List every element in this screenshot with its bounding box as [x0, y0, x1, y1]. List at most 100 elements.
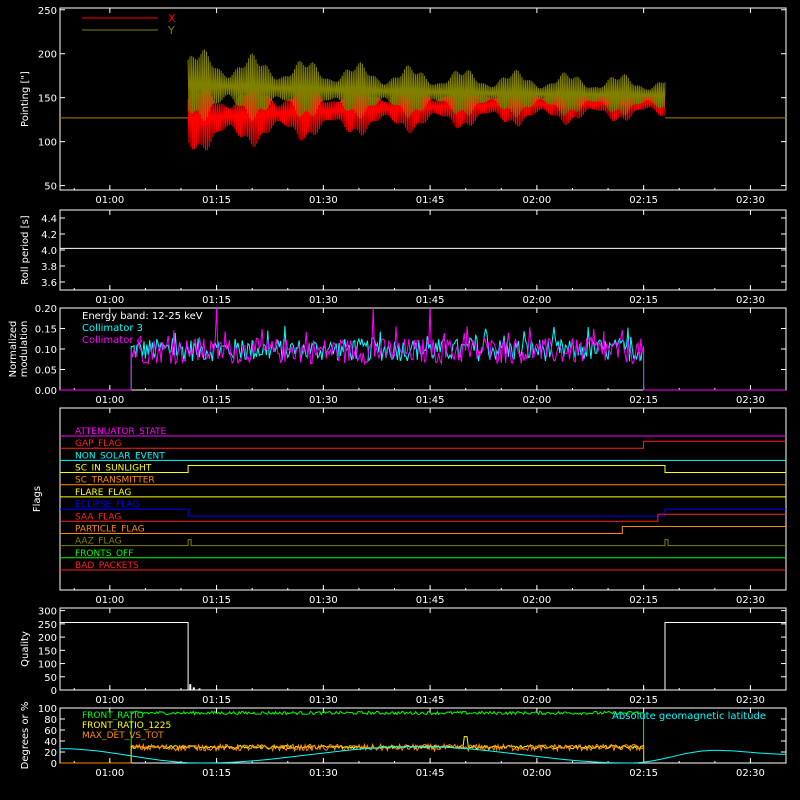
x-tick-label: 01:15 — [202, 195, 231, 206]
x-tick-label: 01:15 — [202, 595, 231, 606]
x-tick-label: 02:30 — [736, 768, 765, 779]
flag-label-non-solar-event: NON_SOLAR_EVENT — [75, 451, 165, 461]
y-tick-label: 0.20 — [35, 304, 57, 315]
flag-line-saa-flag — [60, 513, 786, 522]
y-axis-label-line1: Normalized — [8, 321, 19, 378]
y-tick-label: 0.05 — [35, 366, 57, 377]
energy-band-label: Energy band: 12-25 keV — [82, 311, 203, 322]
y-tick-label: 250 — [38, 6, 57, 17]
y-axis-label: Degrees or % — [20, 702, 31, 770]
x-tick-label: 02:30 — [736, 395, 765, 406]
x-tick-label: 01:45 — [416, 195, 445, 206]
x-tick-label: 02:15 — [629, 395, 658, 406]
x-tick-label: 02:30 — [736, 295, 765, 306]
flag-line-sc-in-sunlight — [60, 465, 786, 473]
plot-frame — [59, 209, 787, 291]
y-tick-label: 3.8 — [41, 262, 57, 273]
x-tick-label: 02:30 — [736, 195, 765, 206]
y-tick-label: 60 — [44, 726, 57, 737]
y-tick-label: 200 — [38, 50, 57, 61]
y-tick-label: 100 — [38, 138, 57, 149]
flag-line-eclipse-flag — [60, 508, 786, 517]
y-tick-label: 0.10 — [35, 345, 57, 356]
y-tick-label: 150 — [38, 646, 57, 657]
plot-frame — [59, 607, 787, 691]
quicklook-plot-stack: 01:00 01:15 01:30 01:45 02:00 02:15 02:30 50 100… — [8, 6, 787, 779]
y-tick-label: 4.4 — [41, 214, 57, 225]
y-tick-label: 3.6 — [41, 278, 57, 289]
y-tick-label: 0 — [51, 686, 57, 697]
y-axis-label-line2: modulation — [19, 321, 30, 378]
y-tick-label: 20 — [44, 748, 57, 759]
modulation-collimator-3-line — [60, 325, 786, 391]
y-tick-label: 0.15 — [35, 325, 57, 336]
x-tick-label: 01:30 — [309, 595, 338, 606]
flag-label-flare-flag: FLARE_FLAG — [75, 488, 131, 498]
legend-label-max-det-vs-tot: MAX_DET_VS_TOT — [82, 731, 164, 741]
x-tick-label: 02:15 — [629, 195, 658, 206]
y-tick-label: 0 — [51, 759, 57, 770]
x-tick-label: 01:00 — [95, 295, 124, 306]
y-tick-label: 100 — [38, 660, 57, 671]
y-tick-label: 40 — [44, 737, 57, 748]
flag-label-gap-flag: GAP_FLAG — [75, 439, 121, 449]
flag-label-attenuator-state: ATTENUATOR_STATE — [75, 427, 167, 437]
y-tick-label: 50 — [44, 182, 57, 193]
flag-label-eclipse-flag: ECLIPSE_FLAG — [75, 500, 139, 510]
flag-label-sc-in-sunlight: SC_IN_SUNLIGHT — [75, 464, 152, 474]
y-tick-label: 100 — [38, 704, 57, 715]
y-axis-label: Roll period [s] — [20, 215, 31, 284]
plot-frame — [59, 407, 787, 591]
x-tick-label: 01:45 — [416, 295, 445, 306]
x-tick-label: 02:00 — [522, 395, 551, 406]
x-tick-label: 02:15 — [629, 295, 658, 306]
y-tick-label: 150 — [38, 94, 57, 105]
x-tick-label: 01:30 — [309, 395, 338, 406]
x-tick-label: 02:15 — [629, 768, 658, 779]
legend-label-absolute-geomagnetic-latitude: Absolute geomagnetic latitude — [612, 711, 766, 722]
x-tick-label: 02:00 — [522, 695, 551, 706]
legend-label-front-ratio: FRONT_RATIO — [82, 711, 144, 721]
y-tick-label: 250 — [38, 620, 57, 631]
quality-line — [60, 622, 786, 691]
y-axis-label: Quality — [20, 631, 31, 667]
y-tick-label: 200 — [38, 633, 57, 644]
x-tick-label: 01:00 — [95, 195, 124, 206]
quicklook-figure: 01:00 01:15 01:30 01:45 02:00 02:15 02:30 50 100… — [0, 0, 800, 800]
legend-label-collimator-4: Collimator 4 — [82, 335, 143, 346]
x-tick-label: 02:15 — [629, 595, 658, 606]
x-tick-label: 01:45 — [416, 768, 445, 779]
x-tick-label: 02:30 — [736, 695, 765, 706]
x-tick-label: 01:15 — [202, 395, 231, 406]
x-tick-label: 01:30 — [309, 295, 338, 306]
flag-label-particle-flag: PARTICLE_FLAG — [75, 524, 145, 534]
y-tick-label: 300 — [38, 607, 57, 618]
x-tick-label: 01:00 — [95, 595, 124, 606]
x-tick-label: 02:00 — [522, 768, 551, 779]
x-tick-label: 01:30 — [309, 195, 338, 206]
x-tick-label: 01:45 — [416, 595, 445, 606]
x-tick-label: 01:15 — [202, 768, 231, 779]
x-tick-label: 01:30 — [309, 695, 338, 706]
flag-label-fronts-off: FRONTS_OFF — [75, 549, 133, 559]
flag-label-bad-packets: BAD_PACKETS — [75, 561, 139, 571]
y-tick-label: 80 — [44, 715, 57, 726]
flag-label-aaz-flag: AAZ_FLAG — [75, 537, 122, 547]
flag-line-particle-flag — [60, 526, 786, 534]
legend-label-y: Y — [167, 24, 175, 37]
x-tick-label: 02:00 — [522, 195, 551, 206]
y-axis-label: Pointing ["] — [20, 71, 31, 127]
y-tick-label: 4.0 — [41, 246, 57, 257]
x-tick-label: 01:45 — [416, 695, 445, 706]
legend-label-front-ratio-1225: FRONT_RATIO_1225 — [82, 721, 171, 731]
x-tick-label: 02:00 — [522, 595, 551, 606]
y-tick-label: 50 — [44, 673, 57, 684]
x-tick-label: 02:00 — [522, 295, 551, 306]
legend-label-collimator-3: Collimator 3 — [82, 323, 143, 334]
x-tick-label: 01:15 — [202, 695, 231, 706]
x-tick-label: 02:30 — [736, 595, 765, 606]
x-tick-label: 01:00 — [95, 695, 124, 706]
flag-label-saa-flag: SAA_FLAG — [75, 512, 121, 522]
flag-label-sc-transmitter: SC_TRANSMITTER — [75, 476, 155, 486]
flag-line-aaz-flag — [60, 539, 786, 547]
